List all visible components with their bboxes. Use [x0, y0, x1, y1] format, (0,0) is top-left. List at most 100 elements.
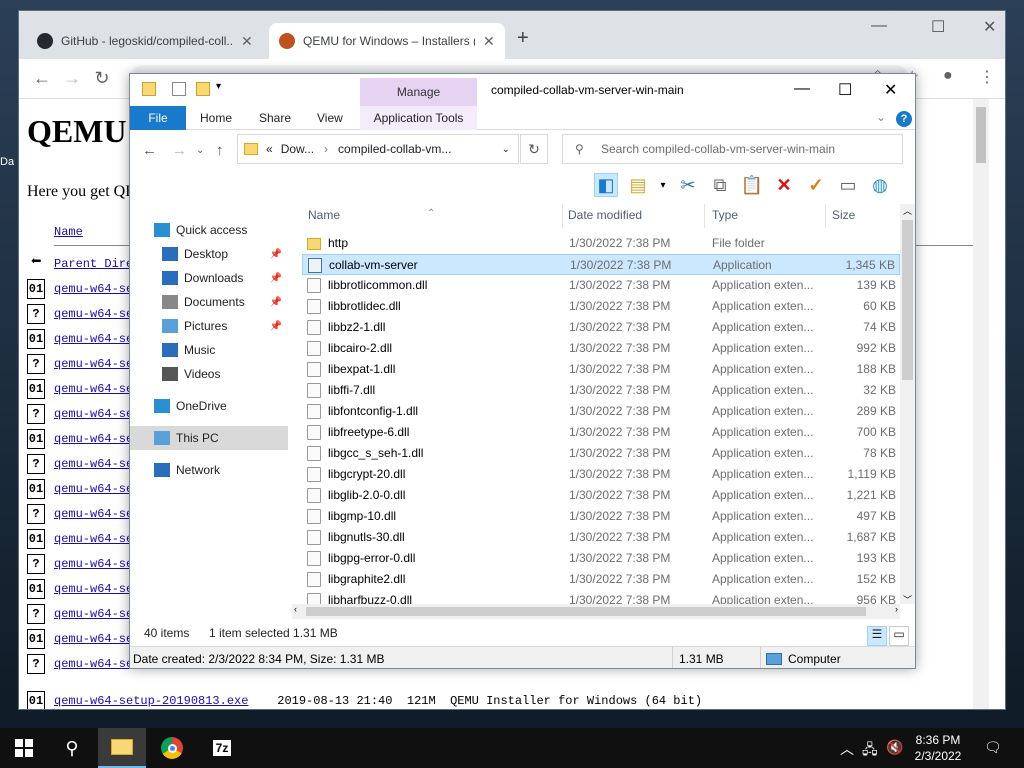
close-icon[interactable]: ✕	[241, 33, 253, 50]
tab-home[interactable]: Home	[188, 106, 244, 130]
chevron-down-icon[interactable]: ⌄	[502, 144, 510, 155]
tab-github[interactable]: GitHub - legoskid/compiled-coll... ✕	[27, 23, 263, 59]
table-row[interactable]: libcairo-2.dll 1/30/2022 7:38 PM Applicati…	[302, 338, 900, 359]
expand-ribbon-icon[interactable]: ⌄	[876, 110, 886, 124]
new-folder-icon[interactable]	[196, 82, 210, 96]
forward-icon[interactable]: →	[57, 68, 87, 89]
desktop-icon-label[interactable]: Da	[0, 156, 18, 168]
column-type[interactable]: Type	[712, 208, 738, 222]
column-name-link[interactable]: Name	[54, 225, 83, 239]
refresh-button[interactable]: ↻	[520, 134, 548, 164]
sidebar-item-documents[interactable]: Documents 📌	[130, 290, 288, 314]
chevron-up-icon[interactable]: ︿	[840, 739, 854, 759]
paste-icon[interactable]: 📋	[740, 173, 764, 197]
globe-icon[interactable]: ◍	[868, 173, 892, 197]
chrome-taskbar-button[interactable]	[148, 728, 196, 768]
file-link[interactable]: qemu-w64-se	[54, 657, 133, 671]
delete-icon[interactable]: ✕	[772, 173, 796, 197]
table-row[interactable]: libbrotlicommon.dll 1/30/2022 7:38 PM Appl…	[302, 275, 900, 296]
sidebar-item-network[interactable]: Network	[130, 458, 288, 482]
file-link[interactable]: qemu-w64-se	[54, 607, 133, 621]
table-row[interactable]: libfreetype-6.dll 1/30/2022 7:38 PM Applic…	[302, 422, 900, 443]
maximize-icon[interactable]: ☐	[838, 80, 852, 100]
checkmark-icon[interactable]: ✓	[804, 173, 828, 197]
page-scrollbar[interactable]	[973, 99, 989, 709]
tab-application-tools[interactable]: Application Tools	[360, 106, 477, 130]
file-explorer-taskbar-button[interactable]	[98, 728, 146, 768]
breadcrumb-item[interactable]: Dow...	[281, 142, 314, 156]
rename-icon[interactable]: ▭	[836, 173, 860, 197]
file-link[interactable]: qemu-w64-se	[54, 507, 133, 521]
breadcrumb[interactable]: « Dow... › compiled-collab-vm... ⌄	[237, 134, 519, 164]
file-link[interactable]: qemu-w64-se	[54, 482, 133, 496]
sidebar-item-quick-access[interactable]: Quick access	[130, 218, 288, 242]
file-link[interactable]: qemu-w64-se	[54, 582, 133, 596]
sevenzip-taskbar-button[interactable]: 7z	[198, 728, 246, 768]
file-link[interactable]: qemu-w64-se	[54, 457, 133, 471]
scroll-right-icon[interactable]: ›	[895, 604, 898, 614]
horizontal-scrollbar[interactable]: ‹ ›	[292, 604, 900, 619]
search-icon[interactable]: ⚲	[48, 728, 96, 768]
clock[interactable]: 8:36 PM 2/3/2022	[906, 732, 970, 764]
properties-icon[interactable]	[172, 82, 186, 96]
file-link[interactable]: qemu-w64-se	[54, 557, 133, 571]
chevron-down-icon[interactable]: ▾	[216, 81, 221, 92]
table-row[interactable]: libglib-2.0-0.dll 1/30/2022 7:38 PM Applic…	[302, 485, 900, 506]
table-row[interactable]: libgpg-error-0.dll 1/30/2022 7:38 PM Appli…	[302, 548, 900, 569]
table-row[interactable]: http 1/30/2022 7:38 PM File folder	[302, 233, 900, 254]
preview-pane-icon[interactable]: ◧	[594, 173, 618, 197]
tab-view[interactable]: View	[305, 106, 355, 130]
column-date-modified[interactable]: Date modified	[568, 208, 642, 222]
back-icon[interactable]: ←	[142, 142, 157, 159]
file-link[interactable]: qemu-w64-se	[54, 332, 133, 346]
close-icon[interactable]: ✕	[483, 33, 495, 50]
network-icon[interactable]: 🖧	[862, 739, 878, 763]
vertical-scrollbar[interactable]: ︿ ﹀	[900, 204, 915, 606]
sidebar-item-desktop[interactable]: Desktop 📌	[130, 242, 288, 266]
profile-icon[interactable]: ●	[943, 67, 953, 85]
cut-icon[interactable]: ✂	[676, 173, 700, 197]
table-row[interactable]: libfontconfig-1.dll 1/30/2022 7:38 PM Appl…	[302, 401, 900, 422]
large-icons-view-icon[interactable]: ▭	[889, 626, 909, 646]
sidebar-item-downloads[interactable]: Downloads 📌	[130, 266, 288, 290]
start-button[interactable]	[0, 728, 48, 768]
scroll-thumb[interactable]	[902, 220, 913, 380]
table-row[interactable]: libexpat-1.dll 1/30/2022 7:38 PM Applicati…	[302, 359, 900, 380]
scroll-thumb[interactable]	[976, 107, 986, 163]
sidebar-item-music[interactable]: Music	[130, 338, 288, 362]
details-view-icon[interactable]: ☰	[867, 626, 887, 646]
table-row[interactable]: libbz2-1.dll 1/30/2022 7:38 PM Application…	[302, 317, 900, 338]
file-link[interactable]: qemu-w64-se	[54, 432, 133, 446]
close-icon[interactable]: ✕	[884, 80, 897, 100]
parent-directory-link[interactable]: Parent Dire	[54, 257, 133, 271]
table-row[interactable]: libgraphite2.dll 1/30/2022 7:38 PM Applica…	[302, 569, 900, 590]
new-tab-button[interactable]: +	[517, 27, 529, 50]
back-icon[interactable]: ←	[27, 68, 57, 89]
table-row[interactable]: collab-vm-server 1/30/2022 7:38 PM Applica…	[302, 254, 900, 275]
menu-icon[interactable]: ⋮	[979, 67, 995, 87]
scroll-up-icon[interactable]: ︿	[903, 204, 912, 217]
file-link[interactable]: qemu-w64-se	[54, 307, 133, 321]
new-folder-icon[interactable]: ▤	[626, 173, 650, 197]
file-link[interactable]: qemu-w64-se	[54, 382, 133, 396]
reload-icon[interactable]: ↻	[87, 68, 117, 89]
notifications-icon[interactable]: 🗨	[984, 739, 1002, 756]
file-link[interactable]: qemu-w64-se	[54, 407, 133, 421]
breadcrumb-overflow[interactable]: «	[266, 142, 273, 156]
file-link[interactable]: qemu-w64-se	[54, 632, 133, 646]
table-row[interactable]: libgnutls-30.dll 1/30/2022 7:38 PM Applica…	[302, 527, 900, 548]
file-link[interactable]: qemu-w64-se	[54, 532, 133, 546]
up-icon[interactable]: ↑	[216, 142, 224, 159]
breadcrumb-item[interactable]: compiled-collab-vm...	[338, 142, 451, 156]
copy-icon[interactable]: ⧉	[708, 173, 732, 197]
tab-share[interactable]: Share	[247, 106, 303, 130]
recent-locations-icon[interactable]: ⌄	[196, 145, 204, 156]
maximize-icon[interactable]: ☐	[931, 17, 945, 37]
scroll-down-icon[interactable]: ﹀	[903, 593, 912, 606]
sidebar-item-onedrive[interactable]: OneDrive	[130, 394, 288, 418]
column-name[interactable]: Name	[308, 208, 340, 222]
minimize-icon[interactable]: —	[794, 80, 810, 98]
file-link[interactable]: qemu-w64-setup-20190813.exe	[54, 694, 248, 708]
sidebar-item-videos[interactable]: Videos	[130, 362, 288, 386]
sidebar-item-pictures[interactable]: Pictures 📌	[130, 314, 288, 338]
